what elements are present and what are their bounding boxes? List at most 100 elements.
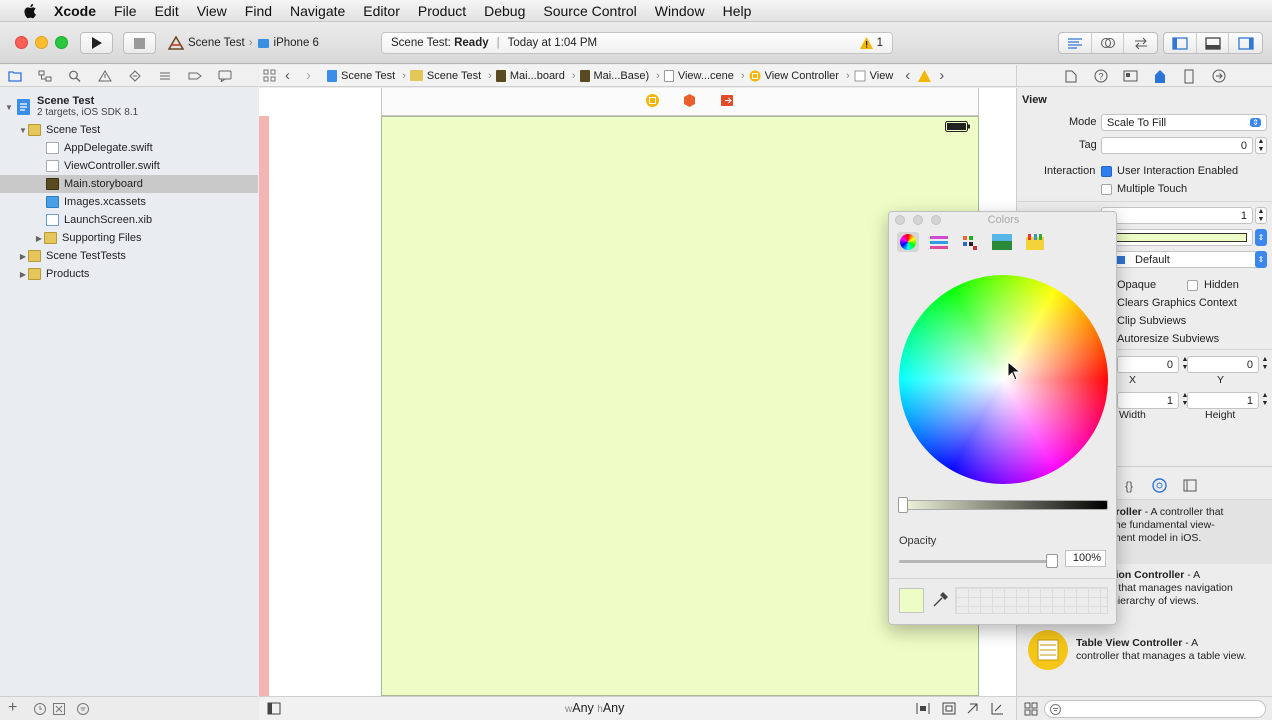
- debug-navigator-tab[interactable]: [150, 70, 180, 82]
- disclosure-closed-icon[interactable]: ▶: [34, 234, 44, 243]
- tint-select[interactable]: Default: [1101, 251, 1267, 268]
- file-inspector-icon[interactable]: [1065, 70, 1077, 83]
- menu-navigate[interactable]: Navigate: [290, 3, 345, 19]
- menu-debug[interactable]: Debug: [484, 3, 525, 19]
- run-button[interactable]: [80, 32, 113, 54]
- opacity-slider[interactable]: [899, 554, 1058, 568]
- pin-icon[interactable]: [942, 702, 956, 715]
- background-color-well[interactable]: [1101, 229, 1253, 246]
- back-arrow-button[interactable]: ‹: [285, 67, 290, 84]
- image-palettes-icon[interactable]: [991, 233, 1013, 251]
- user-interaction-checkbox[interactable]: [1101, 166, 1112, 177]
- menu-file[interactable]: File: [114, 3, 137, 19]
- exit-icon[interactable]: [720, 93, 735, 108]
- x-field[interactable]: 0: [1117, 356, 1179, 373]
- document-outline-toggle-icon[interactable]: [267, 702, 281, 715]
- stop-button[interactable]: [123, 32, 156, 54]
- y-stepper[interactable]: ▲ ▼: [1260, 356, 1270, 373]
- issue-navigator-tab[interactable]: [90, 69, 120, 82]
- code-snippet-library-tab[interactable]: {}: [1125, 479, 1133, 493]
- select-arrows-icon[interactable]: ⇕: [1255, 251, 1267, 268]
- color-swatch-grid[interactable]: [955, 587, 1108, 614]
- previous-issue-button[interactable]: ‹: [905, 67, 910, 84]
- colors-minimize-button[interactable]: [913, 215, 923, 225]
- attributes-inspector-icon[interactable]: [1153, 69, 1167, 84]
- menu-find[interactable]: Find: [245, 3, 272, 19]
- crumb-view[interactable]: View: [854, 70, 893, 82]
- first-responder-icon[interactable]: [682, 93, 697, 108]
- crumb-storyboard[interactable]: Mai...board ›: [495, 69, 576, 82]
- assistant-editor-button[interactable]: [1092, 33, 1125, 53]
- size-class-control[interactable]: w Any h Any: [565, 701, 624, 715]
- select-arrows-icon[interactable]: ⇕: [1255, 229, 1267, 246]
- multiple-touch-checkbox[interactable]: [1101, 184, 1112, 195]
- menu-editor[interactable]: Editor: [363, 3, 400, 19]
- menu-source-control[interactable]: Source Control: [543, 3, 636, 19]
- close-window-button[interactable]: [15, 36, 28, 49]
- color-wheel[interactable]: [899, 275, 1108, 484]
- library-filter-field[interactable]: [1044, 700, 1266, 718]
- apple-icon[interactable]: [22, 3, 40, 19]
- menu-view[interactable]: View: [197, 3, 227, 19]
- zoom-window-button[interactable]: [55, 36, 68, 49]
- report-navigator-tab[interactable]: [210, 70, 240, 82]
- brightness-slider-knob[interactable]: [898, 497, 908, 513]
- width-field[interactable]: 1: [1117, 392, 1179, 409]
- document-outline-handle[interactable]: [259, 116, 269, 696]
- content-mode-select[interactable]: Scale To Fill ⇕: [1101, 114, 1267, 131]
- nav-row-products[interactable]: ▶ Products: [0, 265, 258, 283]
- menu-product[interactable]: Product: [418, 3, 466, 19]
- crumb-scene[interactable]: View...cene ›: [663, 69, 745, 82]
- menu-help[interactable]: Help: [723, 3, 752, 19]
- nav-row-images-xcassets[interactable]: Images.xcassets: [0, 193, 258, 211]
- test-navigator-tab[interactable]: [120, 69, 150, 82]
- scm-filter-icon[interactable]: [52, 702, 66, 716]
- quick-help-icon[interactable]: ?: [1094, 69, 1108, 83]
- symbol-navigator-tab[interactable]: [30, 70, 60, 82]
- toggle-debug-area-button[interactable]: [1197, 33, 1230, 53]
- connections-inspector-icon[interactable]: [1212, 69, 1226, 83]
- height-field[interactable]: 1: [1187, 392, 1259, 409]
- colors-zoom-button[interactable]: [931, 215, 941, 225]
- crumb-project[interactable]: Scene Test ›: [327, 69, 406, 82]
- nav-row-appdelegate[interactable]: AppDelegate.swift: [0, 139, 258, 157]
- forward-arrow-button[interactable]: ›: [306, 67, 311, 84]
- object-library-tab[interactable]: [1152, 478, 1167, 493]
- hidden-checkbox[interactable]: [1187, 280, 1198, 291]
- crumb-base[interactable]: Mai...Base) ›: [579, 69, 660, 82]
- project-navigator-tab[interactable]: [0, 70, 30, 82]
- warning-icon[interactable]: [918, 69, 932, 82]
- crumb-view-controller[interactable]: View Controller ›: [749, 70, 850, 82]
- toggle-navigator-button[interactable]: [1164, 33, 1197, 53]
- crayons-icon[interactable]: [1025, 233, 1045, 251]
- resizing-behavior-icon[interactable]: [990, 702, 1004, 715]
- scheme-selector[interactable]: Scene Test › iPhone 6: [168, 32, 319, 54]
- next-issue-button[interactable]: ›: [939, 67, 944, 84]
- size-inspector-icon[interactable]: [1184, 69, 1194, 84]
- tag-stepper[interactable]: ▲ ▼: [1255, 137, 1267, 154]
- eyedropper-icon[interactable]: [932, 592, 948, 608]
- nav-row-group-scene-test[interactable]: ▼ Scene Test: [0, 121, 258, 139]
- alpha-field[interactable]: 1: [1101, 207, 1253, 224]
- colors-close-button[interactable]: [895, 215, 905, 225]
- breakpoint-navigator-tab[interactable]: [180, 70, 210, 82]
- menu-edit[interactable]: Edit: [155, 3, 179, 19]
- height-stepper[interactable]: ▲ ▼: [1260, 392, 1270, 409]
- y-field[interactable]: 0: [1187, 356, 1259, 373]
- minimize-window-button[interactable]: [35, 36, 48, 49]
- recent-files-icon[interactable]: [33, 702, 47, 716]
- disclosure-open-icon[interactable]: ▼: [18, 126, 28, 135]
- disclosure-closed-icon[interactable]: ▶: [18, 252, 28, 261]
- alpha-stepper[interactable]: ▲ ▼: [1255, 207, 1267, 224]
- grid-view-icon[interactable]: [1024, 702, 1038, 716]
- brightness-slider[interactable]: [898, 497, 1108, 513]
- menu-window[interactable]: Window: [655, 3, 705, 19]
- nav-row-scene-testtests[interactable]: ▶ Scene TestTests: [0, 247, 258, 265]
- tag-field[interactable]: 0: [1101, 137, 1253, 154]
- warning-indicator[interactable]: 1: [859, 37, 883, 49]
- related-items-icon[interactable]: [263, 69, 277, 82]
- standard-editor-button[interactable]: [1059, 33, 1092, 53]
- disclosure-closed-icon[interactable]: ▶: [18, 270, 28, 279]
- library-item-table-view-controller[interactable]: Table View Controller - A controller tha…: [1017, 628, 1272, 692]
- disclosure-open-icon[interactable]: ▼: [4, 103, 14, 112]
